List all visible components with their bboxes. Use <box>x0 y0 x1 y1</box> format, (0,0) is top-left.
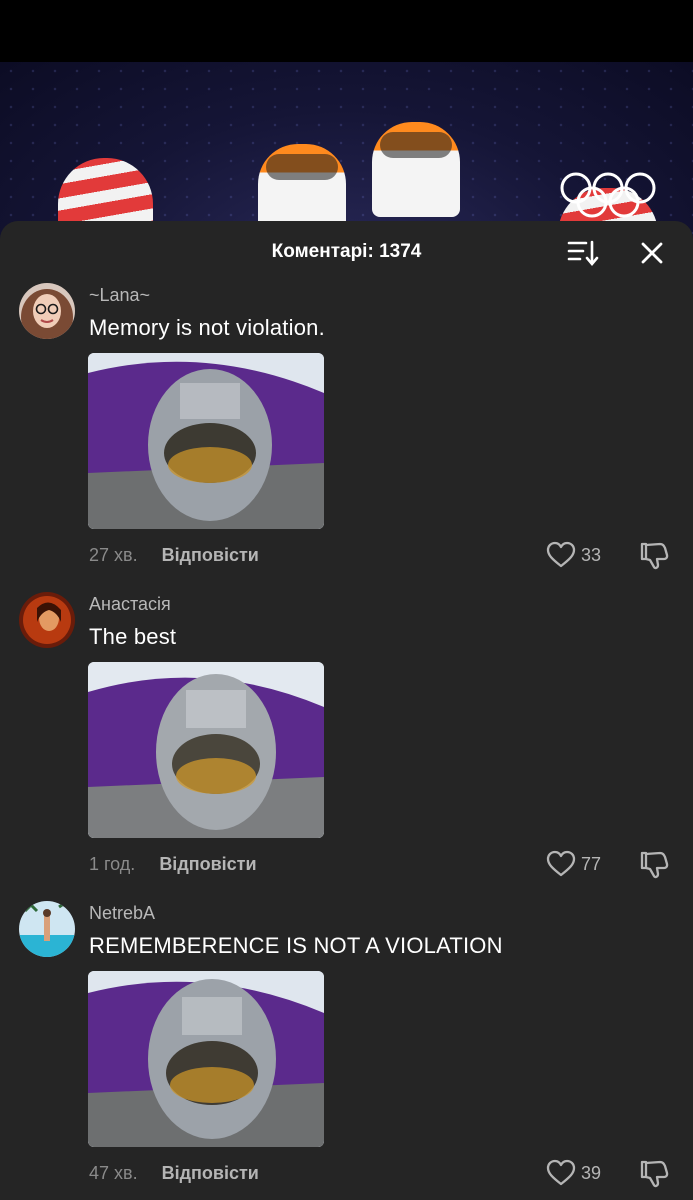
avatar[interactable] <box>19 901 75 957</box>
comment-username[interactable]: Анастасія <box>89 594 171 615</box>
heart-icon <box>546 1159 576 1186</box>
sort-button[interactable] <box>566 239 600 267</box>
olympic-rings-logo <box>560 172 656 218</box>
like-count: 77 <box>581 854 602 874</box>
comment-item: NetrebA REMEMBERENCE IS NOT A VIOLATION … <box>0 901 693 1200</box>
comment-username[interactable]: NetrebA <box>89 903 155 924</box>
close-button[interactable] <box>636 237 668 269</box>
comment-meta: 27 хв. Відповісти <box>89 545 259 566</box>
heart-icon <box>546 850 576 877</box>
comment-image[interactable] <box>88 662 324 838</box>
reply-button[interactable]: Відповісти <box>162 545 259 565</box>
video-background[interactable] <box>0 62 693 242</box>
comments-header: Коментарі: 1374 <box>0 221 693 283</box>
comment-meta: 1 год. Відповісти <box>89 854 257 875</box>
reply-button[interactable]: Відповісти <box>159 854 256 874</box>
comment-item: ~Lana~ Memory is not violation. 27 хв. Ві… <box>0 283 693 583</box>
comment-image[interactable] <box>88 353 324 529</box>
comment-time: 47 хв. <box>89 1163 138 1183</box>
dislike-button[interactable] <box>638 1158 670 1190</box>
like-count: 33 <box>581 545 602 565</box>
heart-icon <box>546 541 576 568</box>
thumbs-down-icon <box>640 542 669 570</box>
comment-meta: 47 хв. Відповісти <box>89 1163 259 1184</box>
dislike-button[interactable] <box>638 540 670 572</box>
comment-time: 1 год. <box>89 854 136 874</box>
comment-username[interactable]: ~Lana~ <box>89 285 150 306</box>
comment-text: The best <box>89 624 177 649</box>
like-button[interactable] <box>546 1158 576 1188</box>
athlete-shoe-right <box>372 122 460 217</box>
top-status-area <box>0 0 693 62</box>
sort-icon <box>567 240 599 267</box>
close-icon <box>641 242 663 264</box>
avatar[interactable] <box>19 283 75 339</box>
comment-text: REMEMBERENCE IS NOT A VIOLATION <box>89 933 503 958</box>
like-button[interactable] <box>546 849 576 879</box>
comment-image[interactable] <box>88 971 324 1147</box>
comment-time: 27 хв. <box>89 545 138 565</box>
reply-button[interactable]: Відповісти <box>162 1163 259 1183</box>
thumbs-down-icon <box>640 851 669 879</box>
like-button[interactable] <box>546 540 576 570</box>
dislike-button[interactable] <box>638 849 670 881</box>
thumbs-down-icon <box>640 1160 669 1188</box>
comments-sheet: Коментарі: 1374 ~Lana~ Memory is not vio… <box>0 221 693 1200</box>
like-count: 39 <box>581 1163 602 1183</box>
comment-item: Анастасія The best 1 год. Відповісти 77 <box>0 592 693 892</box>
comment-text: Memory is not violation. <box>89 315 325 340</box>
avatar[interactable] <box>19 592 75 648</box>
